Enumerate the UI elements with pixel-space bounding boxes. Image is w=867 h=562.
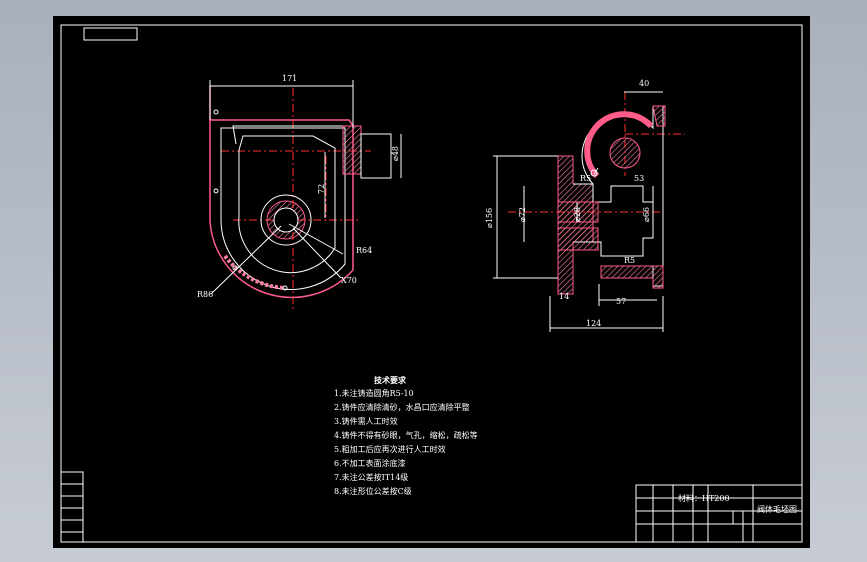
requirement-item: 3.铸件需人工时效	[334, 417, 398, 426]
dim-171: 171	[282, 74, 298, 83]
hole-1	[213, 109, 219, 115]
requirement-item: 1.未注铸造圆角R5-10	[334, 389, 414, 398]
dim-156: ⌀156	[485, 207, 494, 228]
rv-boss-circle	[609, 137, 641, 169]
requirements-title: 技术要求	[374, 375, 406, 385]
material-label: 材料：HT200	[678, 494, 730, 503]
revision-table	[60, 471, 84, 543]
hole-2	[213, 188, 219, 194]
requirement-item: 6.不加工表面涂底漆	[334, 459, 406, 468]
dim-x70: X70	[341, 276, 357, 285]
dim-53: 53	[634, 174, 645, 183]
boss-hatch	[342, 125, 362, 175]
flange-right-bot	[600, 265, 664, 289]
dim-r86: R86	[197, 290, 214, 299]
requirement-item: 5.粗加工后应再次进行人工时效	[334, 445, 446, 454]
dim-r5b: R5	[624, 256, 636, 265]
flange-right-top	[652, 105, 666, 127]
dim-57: 57	[616, 297, 627, 306]
corner-box	[83, 27, 138, 41]
dim-72b: ⌀72	[518, 207, 527, 222]
requirement-item: 4.铸件不得有砂眼，气孔，缩松，疏松等	[334, 431, 478, 440]
drawing-sheet: 171 72 ⌀48 R64 X70 R86 40 R5 53 ⌀156 ⌀72…	[53, 16, 810, 548]
hub-hatch-bot	[557, 227, 599, 251]
leader-x70	[292, 227, 342, 279]
requirement-item: 8.未注形位公差按C级	[334, 487, 412, 496]
dim-40: 40	[639, 79, 650, 88]
dim-124: 124	[586, 319, 602, 328]
requirement-item: 2.铸件应清除清砂，水昌口应清除平整	[334, 403, 470, 412]
dim-28: ⌀28	[573, 207, 582, 222]
dim-r64: R64	[356, 246, 373, 255]
dim-48: ⌀48	[391, 146, 400, 161]
boss	[360, 133, 392, 179]
dim-14: 14	[559, 292, 570, 301]
housing-inner-top	[232, 125, 351, 145]
dim-66: ⌀66	[642, 207, 651, 222]
part-name: 阀体毛坯图	[757, 505, 797, 514]
dim-72: 72	[317, 183, 326, 194]
left-view	[209, 80, 402, 311]
bore-inner	[273, 207, 299, 233]
dim-r5a: R5	[580, 174, 592, 183]
technical-requirements: 技术要求 1.未注铸造圆角R5-10 2.铸件应清除清砂，水昌口应清除平整 3.…	[334, 373, 478, 499]
requirement-item: 7.未注公差按IT14级	[334, 473, 409, 482]
